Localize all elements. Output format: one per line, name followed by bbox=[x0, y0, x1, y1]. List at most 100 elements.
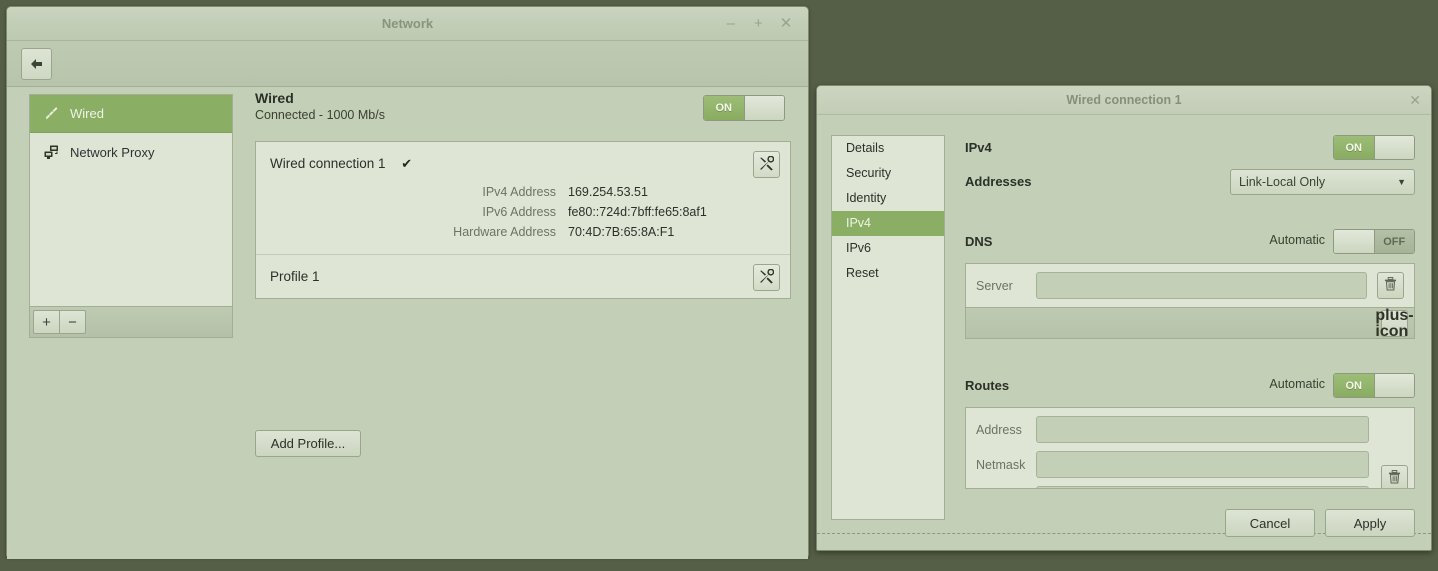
addresses-label: Addresses bbox=[965, 174, 1032, 189]
nav-item-security[interactable]: Security bbox=[832, 161, 944, 186]
routes-header-row: Routes Automatic ON bbox=[965, 373, 1415, 399]
profile-name: Profile 1 bbox=[270, 269, 320, 284]
nav-item-reset[interactable]: Reset bbox=[832, 261, 944, 286]
route-address-label: Address bbox=[976, 422, 1022, 437]
dns-server-input[interactable] bbox=[1036, 272, 1367, 299]
wired-connection-dialog: Wired connection 1 ✕ Details Security Id… bbox=[816, 85, 1432, 551]
sidebar-item-label: Wired bbox=[70, 106, 104, 121]
toggle-knob bbox=[743, 96, 784, 120]
ipv4-label: IPv4 bbox=[965, 140, 992, 155]
sidebar-item-label: Network Proxy bbox=[70, 144, 155, 160]
dns-server-list: Server plus-icon bbox=[965, 263, 1415, 339]
ipv4-enable-row: IPv4 ON bbox=[965, 135, 1415, 161]
detail-key: IPv6 Address bbox=[482, 205, 556, 219]
routes-label: Routes bbox=[965, 378, 1010, 393]
trash-icon bbox=[1384, 277, 1397, 294]
sidebar-item-wired[interactable]: Wired bbox=[30, 95, 232, 133]
connection-name: Wired connection 1 bbox=[270, 156, 386, 171]
toggle-off-label: OFF bbox=[1374, 230, 1414, 253]
network-settings-window: Network – + ✕ Wired Network Proxy + − Wi… bbox=[6, 6, 809, 559]
dns-add-row: plus-icon bbox=[966, 307, 1414, 339]
detail-key: Hardware Address bbox=[453, 225, 556, 239]
window-title: Network bbox=[381, 16, 434, 31]
toggle-on-label: ON bbox=[1334, 374, 1374, 397]
trash-icon bbox=[1388, 470, 1401, 487]
detail-row: Hardware Address 70:4D:7B:65:8A:F1 bbox=[256, 222, 790, 242]
window-titlebar[interactable]: Network – + ✕ bbox=[7, 7, 808, 41]
add-device-button[interactable]: + bbox=[33, 310, 60, 334]
ipv4-settings-panel: IPv4 ON Addresses Link-Local Only ▼ DNS … bbox=[965, 135, 1415, 489]
addresses-selected-value: Link-Local Only bbox=[1239, 175, 1326, 189]
profile-settings-button[interactable] bbox=[753, 264, 780, 291]
minimize-button[interactable]: – bbox=[719, 7, 743, 40]
nav-item-ipv4[interactable]: IPv4 bbox=[832, 211, 944, 236]
dialog-body: Details Security Identity IPv4 IPv6 Rese… bbox=[817, 115, 1431, 534]
toggle-on-label: ON bbox=[1334, 136, 1374, 159]
remove-device-button[interactable]: − bbox=[59, 310, 86, 334]
route-gateway-row bbox=[966, 482, 1414, 488]
detail-row: IPv4 Address 169.254.53.51 bbox=[256, 182, 790, 202]
route-gateway-input[interactable] bbox=[1036, 486, 1369, 488]
device-list-footer: + − bbox=[29, 307, 233, 338]
apply-button[interactable]: Apply bbox=[1325, 509, 1415, 537]
toggle-knob bbox=[1373, 374, 1414, 397]
connection-list: Wired connection 1 ✔ IPv4 Address 169.25… bbox=[255, 141, 791, 299]
dialog-nav-list: Details Security Identity IPv4 IPv6 Rese… bbox=[831, 135, 945, 520]
ipv4-toggle[interactable]: ON bbox=[1333, 135, 1415, 160]
chevron-down-icon: ▼ bbox=[1397, 177, 1406, 187]
route-netmask-input[interactable] bbox=[1036, 451, 1369, 478]
toggle-knob bbox=[1334, 230, 1375, 253]
close-button[interactable]: ✕ bbox=[774, 7, 798, 40]
nav-item-ipv6[interactable]: IPv6 bbox=[832, 236, 944, 261]
network-device-list: Wired Network Proxy bbox=[29, 94, 233, 307]
dialog-title: Wired connection 1 bbox=[1066, 93, 1182, 107]
dns-automatic-label: Automatic bbox=[1269, 233, 1325, 247]
window-body: Wired Network Proxy + − Wired Connected … bbox=[7, 87, 808, 559]
cancel-button[interactable]: Cancel bbox=[1225, 509, 1315, 537]
routes-automatic-label: Automatic bbox=[1269, 377, 1325, 391]
window-toolbar bbox=[7, 41, 808, 87]
wired-pane: Wired Connected - 1000 Mb/s ON bbox=[255, 87, 796, 122]
add-profile-button[interactable]: Add Profile... bbox=[255, 430, 361, 457]
back-button[interactable] bbox=[21, 48, 52, 80]
profile-row[interactable]: Profile 1 bbox=[256, 255, 790, 298]
route-delete-button[interactable] bbox=[1381, 465, 1408, 488]
detail-value: 70:4D:7B:65:8A:F1 bbox=[568, 225, 675, 239]
dialog-titlebar[interactable]: Wired connection 1 ✕ bbox=[817, 86, 1431, 115]
dns-server-row: Server bbox=[966, 264, 1414, 307]
dns-server-label: Server bbox=[976, 278, 1013, 293]
dns-label: DNS bbox=[965, 234, 993, 249]
dialog-close-button[interactable]: ✕ bbox=[1409, 86, 1421, 114]
addresses-method-select[interactable]: Link-Local Only ▼ bbox=[1230, 169, 1415, 195]
detail-row: IPv6 Address fe80::724d:7bff:fe65:8af1 bbox=[256, 202, 790, 222]
detail-value: 169.254.53.51 bbox=[568, 185, 648, 199]
tools-icon bbox=[759, 155, 775, 174]
network-wired-icon bbox=[44, 106, 70, 122]
connection-settings-button[interactable] bbox=[753, 151, 780, 178]
maximize-button[interactable]: + bbox=[746, 7, 770, 40]
routes-automatic-toggle[interactable]: ON bbox=[1333, 373, 1415, 398]
addresses-row: Addresses Link-Local Only ▼ bbox=[965, 169, 1415, 195]
toggle-on-label: ON bbox=[704, 96, 744, 120]
plus-icon: plus-icon bbox=[1375, 306, 1414, 340]
sidebar-item-network-proxy[interactable]: Network Proxy bbox=[30, 133, 232, 171]
route-address-row: Address bbox=[966, 408, 1414, 447]
route-netmask-row: Netmask bbox=[966, 447, 1414, 482]
active-check-icon: ✔ bbox=[401, 156, 413, 171]
toggle-knob bbox=[1373, 136, 1414, 159]
dns-server-delete-button[interactable] bbox=[1377, 272, 1404, 299]
dns-header-row: DNS Automatic OFF bbox=[965, 229, 1415, 255]
window-controls: – + ✕ bbox=[719, 7, 798, 40]
wired-power-toggle[interactable]: ON bbox=[703, 95, 785, 121]
route-address-input[interactable] bbox=[1036, 416, 1369, 443]
connection-row[interactable]: Wired connection 1 ✔ bbox=[256, 142, 790, 182]
nav-item-details[interactable]: Details bbox=[832, 136, 944, 161]
dns-automatic-toggle[interactable]: OFF bbox=[1333, 229, 1415, 254]
dns-add-button[interactable]: plus-icon bbox=[1375, 307, 1413, 339]
nav-item-identity[interactable]: Identity bbox=[832, 186, 944, 211]
network-proxy-icon bbox=[44, 145, 70, 160]
detail-key: IPv4 Address bbox=[482, 185, 556, 199]
dialog-action-bar: Cancel Apply bbox=[817, 495, 1431, 550]
back-arrow-icon bbox=[30, 58, 44, 70]
route-netmask-label: Netmask bbox=[976, 457, 1026, 472]
